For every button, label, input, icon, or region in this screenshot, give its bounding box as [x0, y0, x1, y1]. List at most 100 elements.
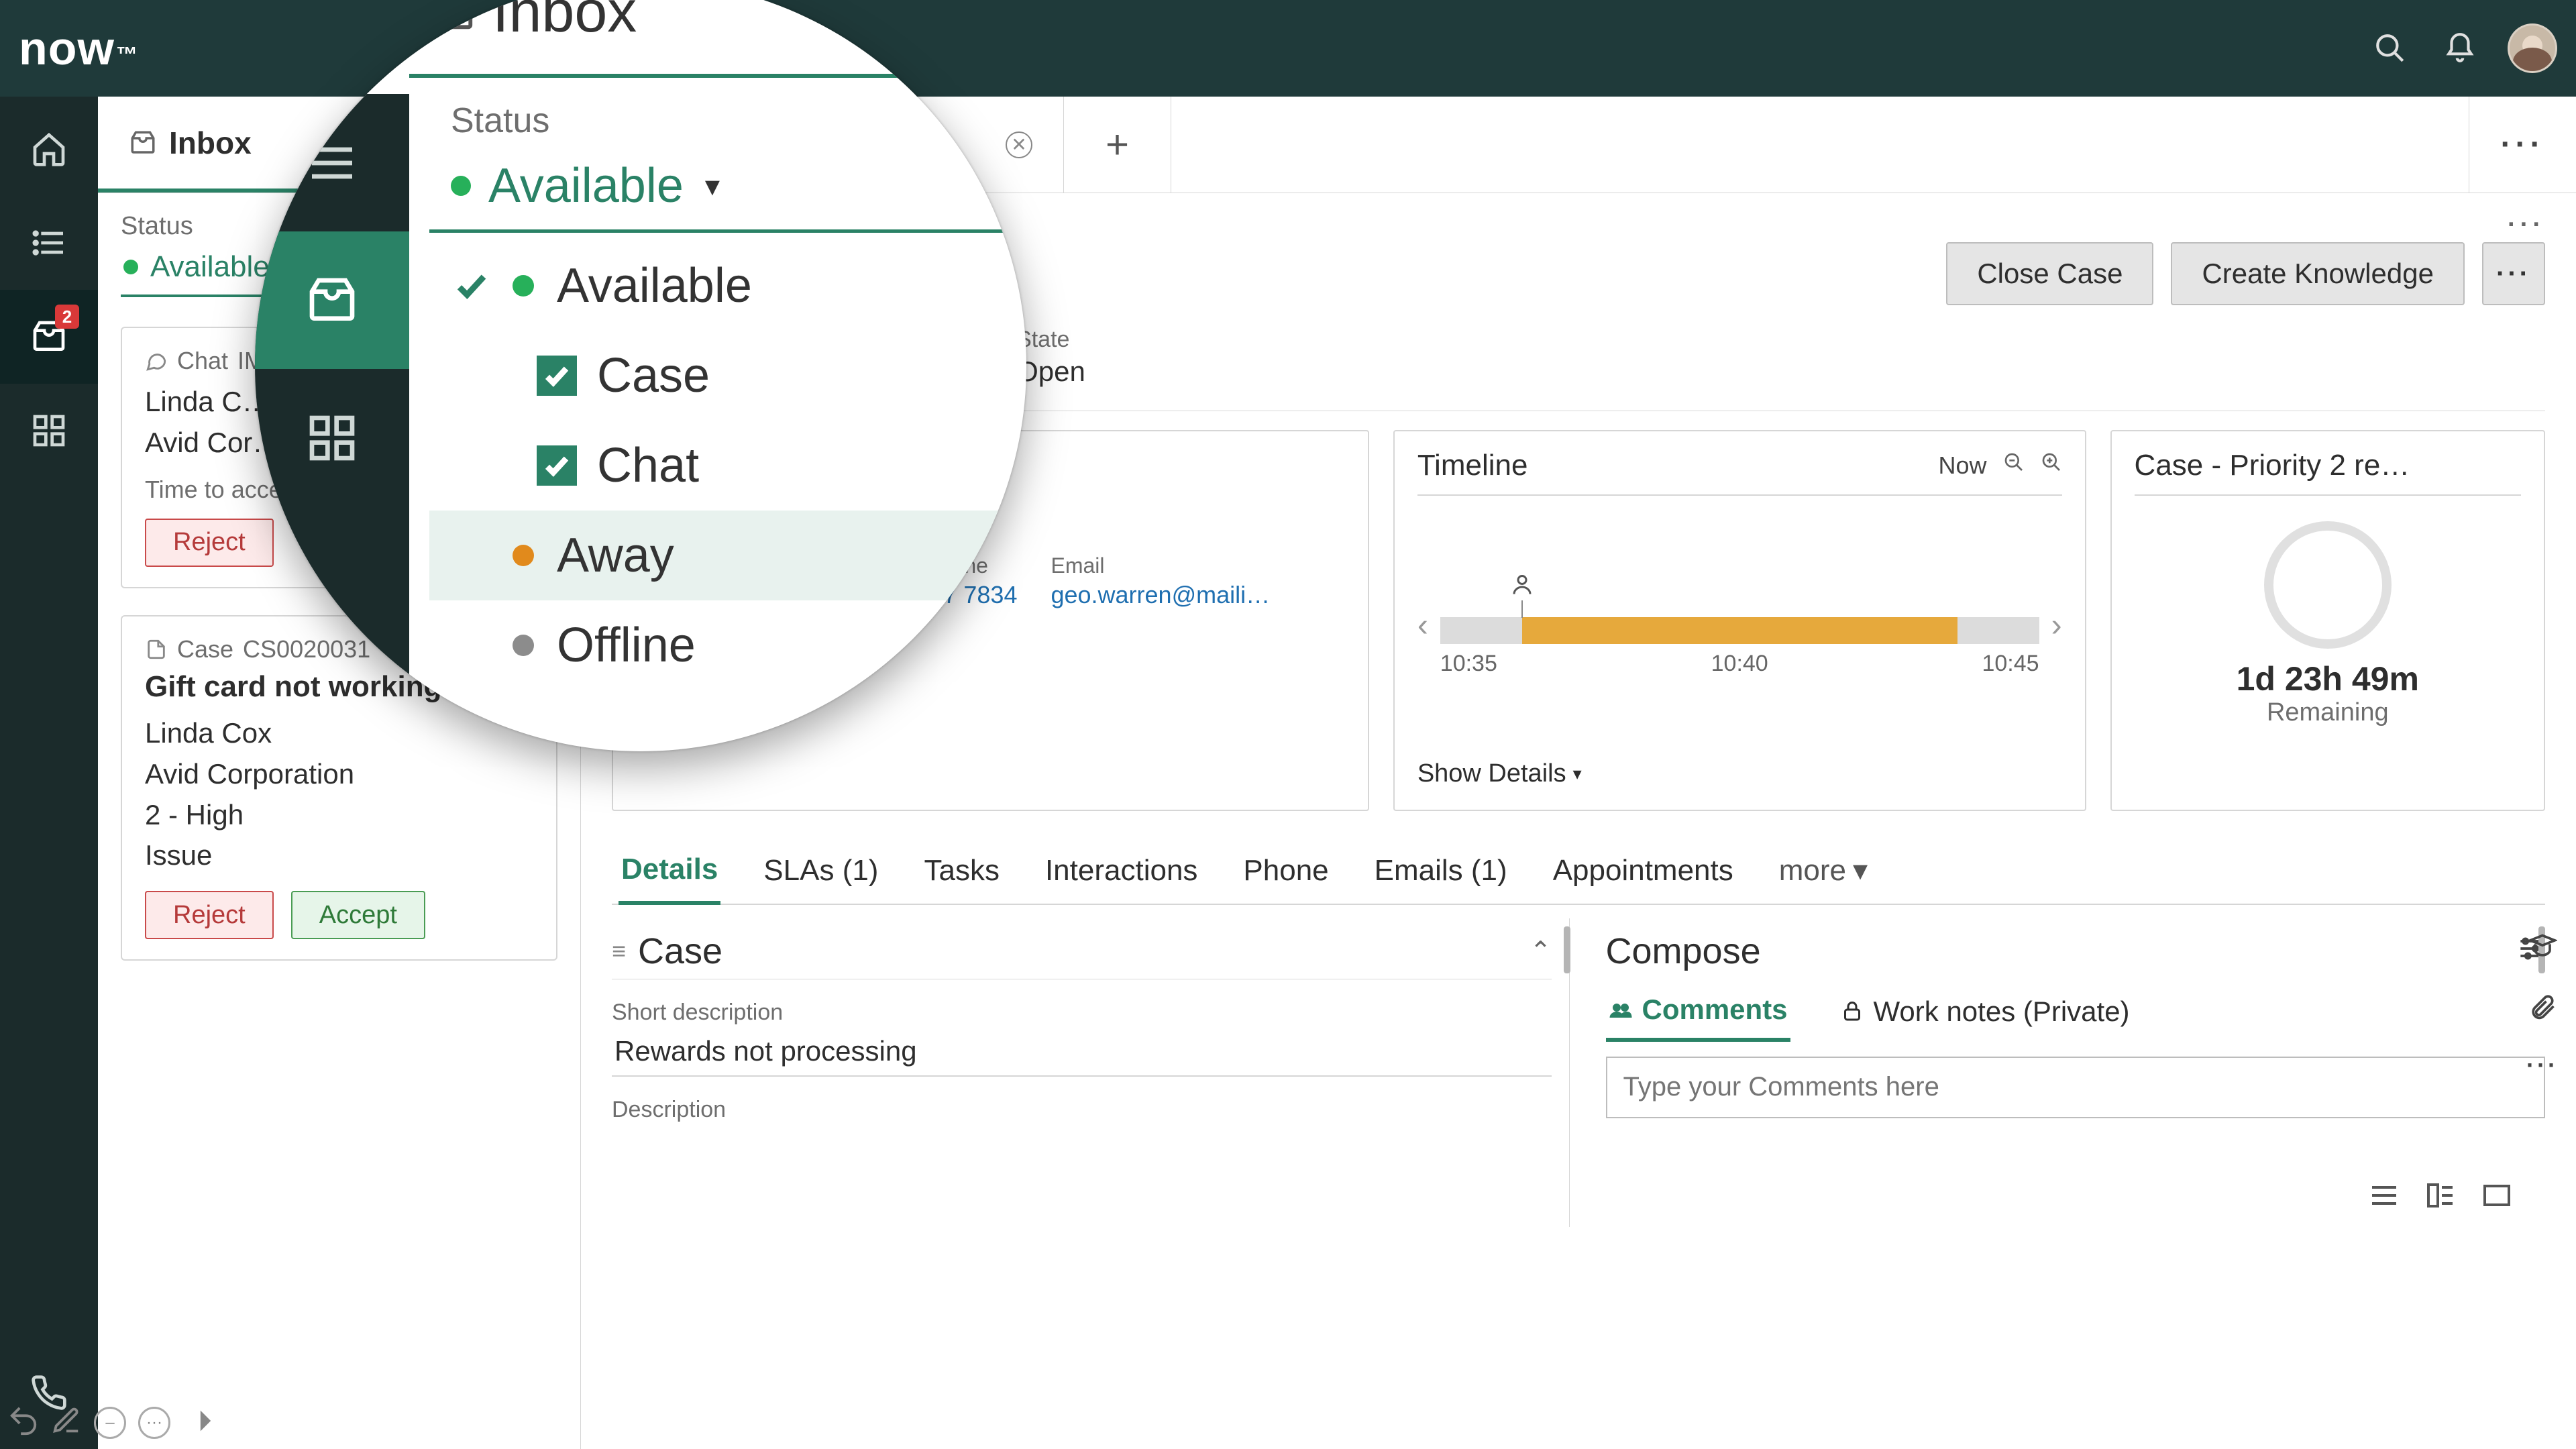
reject-button[interactable]: Reject: [145, 519, 274, 567]
compose-title: Compose: [1606, 930, 1761, 972]
chevron-down-icon: ▾: [705, 169, 720, 203]
tab-more[interactable]: more ▾: [1776, 839, 1870, 902]
status-option-available[interactable]: Available: [429, 241, 1006, 331]
tab-details[interactable]: Details: [619, 838, 720, 905]
timeline-now[interactable]: Now: [1939, 451, 1987, 480]
case-section-title: Case: [638, 930, 722, 972]
sla-remaining-label: Remaining: [2135, 698, 2521, 727]
compose-pane: Compose Comments Work notes (Private): [1587, 918, 2546, 1227]
mag-rail: [255, 94, 409, 751]
view-card-icon[interactable]: [2481, 1179, 2513, 1215]
show-details-toggle[interactable]: Show Details ▾: [1417, 746, 2062, 792]
quick-rail-overflow[interactable]: ···: [2526, 1051, 2559, 1079]
view-split-icon[interactable]: [2424, 1179, 2457, 1215]
tab-emails[interactable]: Emails (1): [1372, 839, 1510, 902]
tab-new[interactable]: +: [1064, 97, 1171, 193]
state-value: Open: [1016, 356, 1085, 388]
case-actions-overflow[interactable]: ···: [2482, 242, 2545, 305]
bell-icon[interactable]: [2430, 18, 2490, 78]
compose-tab-worknotes[interactable]: Work notes (Private): [1837, 986, 2133, 1040]
create-knowledge-button[interactable]: Create Knowledge: [2171, 242, 2465, 305]
knowledge-icon[interactable]: [2528, 932, 2557, 965]
tick-label: 10:45: [1982, 651, 2039, 677]
circle-minus-icon[interactable]: –: [94, 1407, 126, 1439]
magnifier-overlay: Inbox Status Available ▾: [255, 0, 1026, 751]
tab-phone[interactable]: Phone: [1240, 839, 1331, 902]
timeline-card: Timeline Now ‹: [1393, 430, 2086, 811]
search-icon[interactable]: [2360, 18, 2420, 78]
left-rail: 2: [0, 97, 98, 1449]
status-value: Available: [150, 250, 270, 284]
rail-apps[interactable]: [0, 384, 98, 478]
email-value[interactable]: geo.warren@mailin…: [1051, 581, 1279, 609]
avatar[interactable]: [2508, 23, 2557, 73]
compose-input[interactable]: [1606, 1057, 2546, 1118]
mag-rail-apps: [255, 369, 409, 506]
timeline-track[interactable]: 10:35 10:40 10:45: [1440, 565, 2039, 686]
accept-button[interactable]: Accept: [291, 891, 425, 939]
status-dot-icon: [451, 176, 471, 196]
circle-ellipsis-icon[interactable]: ···: [138, 1407, 170, 1439]
tab-tasks[interactable]: Tasks: [921, 839, 1002, 902]
status-option-offline[interactable]: Offline: [429, 600, 1006, 690]
tick-label: 10:40: [1711, 651, 1768, 677]
card-type-label: Case: [177, 635, 233, 663]
tick-label: 10:35: [1440, 651, 1497, 677]
rail-home[interactable]: [0, 102, 98, 196]
close-case-button[interactable]: Close Case: [1946, 242, 2153, 305]
short-desc-input[interactable]: Rewards not processing: [612, 1026, 1552, 1077]
mag-status-options: Available Case Chat Away: [429, 233, 1006, 690]
detail-tabs: Details SLAs (1) Tasks Interactions Phon…: [612, 838, 2545, 905]
status-channel-chat[interactable]: Chat: [429, 421, 1006, 511]
right-quick-rail: ···: [2509, 918, 2576, 1227]
brand-text: now: [19, 21, 115, 75]
reject-button[interactable]: Reject: [145, 891, 274, 939]
tab-slas[interactable]: SLAs (1): [761, 839, 881, 902]
form-pane: ≡ Case ⌃ Short description Rewards not p…: [612, 918, 1570, 1227]
status-option-away[interactable]: Away: [429, 511, 1006, 600]
view-list-icon[interactable]: [2368, 1179, 2400, 1215]
mag-status-dropdown[interactable]: Available ▾: [429, 153, 1006, 233]
forward-icon[interactable]: [182, 1405, 213, 1440]
priority-card: Case - Priority 2 re… 1d 23h 49m Remaini…: [2110, 430, 2545, 811]
tab-inbox-label: Inbox: [169, 125, 252, 161]
undo-icon[interactable]: [8, 1405, 39, 1440]
scrollbar[interactable]: [1564, 926, 1570, 973]
check-icon: [453, 268, 490, 304]
case-section-head[interactable]: ≡ Case ⌃: [612, 918, 1552, 979]
tab-appointments[interactable]: Appointments: [1550, 839, 1736, 902]
main-ellipsis-icon[interactable]: ···: [2508, 211, 2545, 239]
rail-inbox[interactable]: 2: [0, 290, 98, 384]
card-priority: 2 - High: [145, 795, 533, 836]
brand-logo: now™: [19, 21, 138, 75]
view-switch: [2368, 1179, 2513, 1215]
chevron-down-icon: ▾: [1573, 763, 1582, 784]
card-company: Avid Corporation: [145, 754, 533, 795]
tab-interactions[interactable]: Interactions: [1042, 839, 1200, 902]
rail-list[interactable]: [0, 196, 98, 290]
desc-label: Description: [612, 1097, 1552, 1123]
email-label: Email: [1051, 553, 1279, 578]
zoom-out-icon[interactable]: [2003, 451, 2025, 479]
tab-overflow[interactable]: ···: [2469, 97, 2576, 193]
edit-icon[interactable]: [51, 1405, 82, 1440]
checkbox-checked-icon[interactable]: [537, 445, 577, 486]
attachment-icon[interactable]: [2528, 991, 2557, 1024]
timeline-next-icon[interactable]: ›: [2051, 607, 2062, 644]
status-dot-icon: [513, 545, 534, 566]
timeline-fill: [1522, 617, 1957, 644]
drag-handle-icon[interactable]: ≡: [612, 937, 626, 965]
timeline-prev-icon[interactable]: ‹: [1417, 607, 1428, 644]
compose-tab-comments[interactable]: Comments: [1606, 984, 1790, 1042]
chevron-up-icon[interactable]: ⌃: [1530, 936, 1552, 966]
footer-toolbar: – ···: [8, 1405, 213, 1440]
priority-card-title: Case - Priority 2 re…: [2135, 449, 2410, 482]
status-dot-icon: [123, 260, 138, 274]
short-desc-label: Short description: [612, 1000, 1552, 1026]
status-dot-icon: [513, 275, 534, 297]
checkbox-checked-icon[interactable]: [537, 356, 577, 396]
zoom-in-icon[interactable]: [2041, 451, 2062, 479]
mag-status-label: Status: [429, 101, 1006, 141]
state-label: State: [1016, 327, 1085, 353]
status-channel-case[interactable]: Case: [429, 331, 1006, 421]
